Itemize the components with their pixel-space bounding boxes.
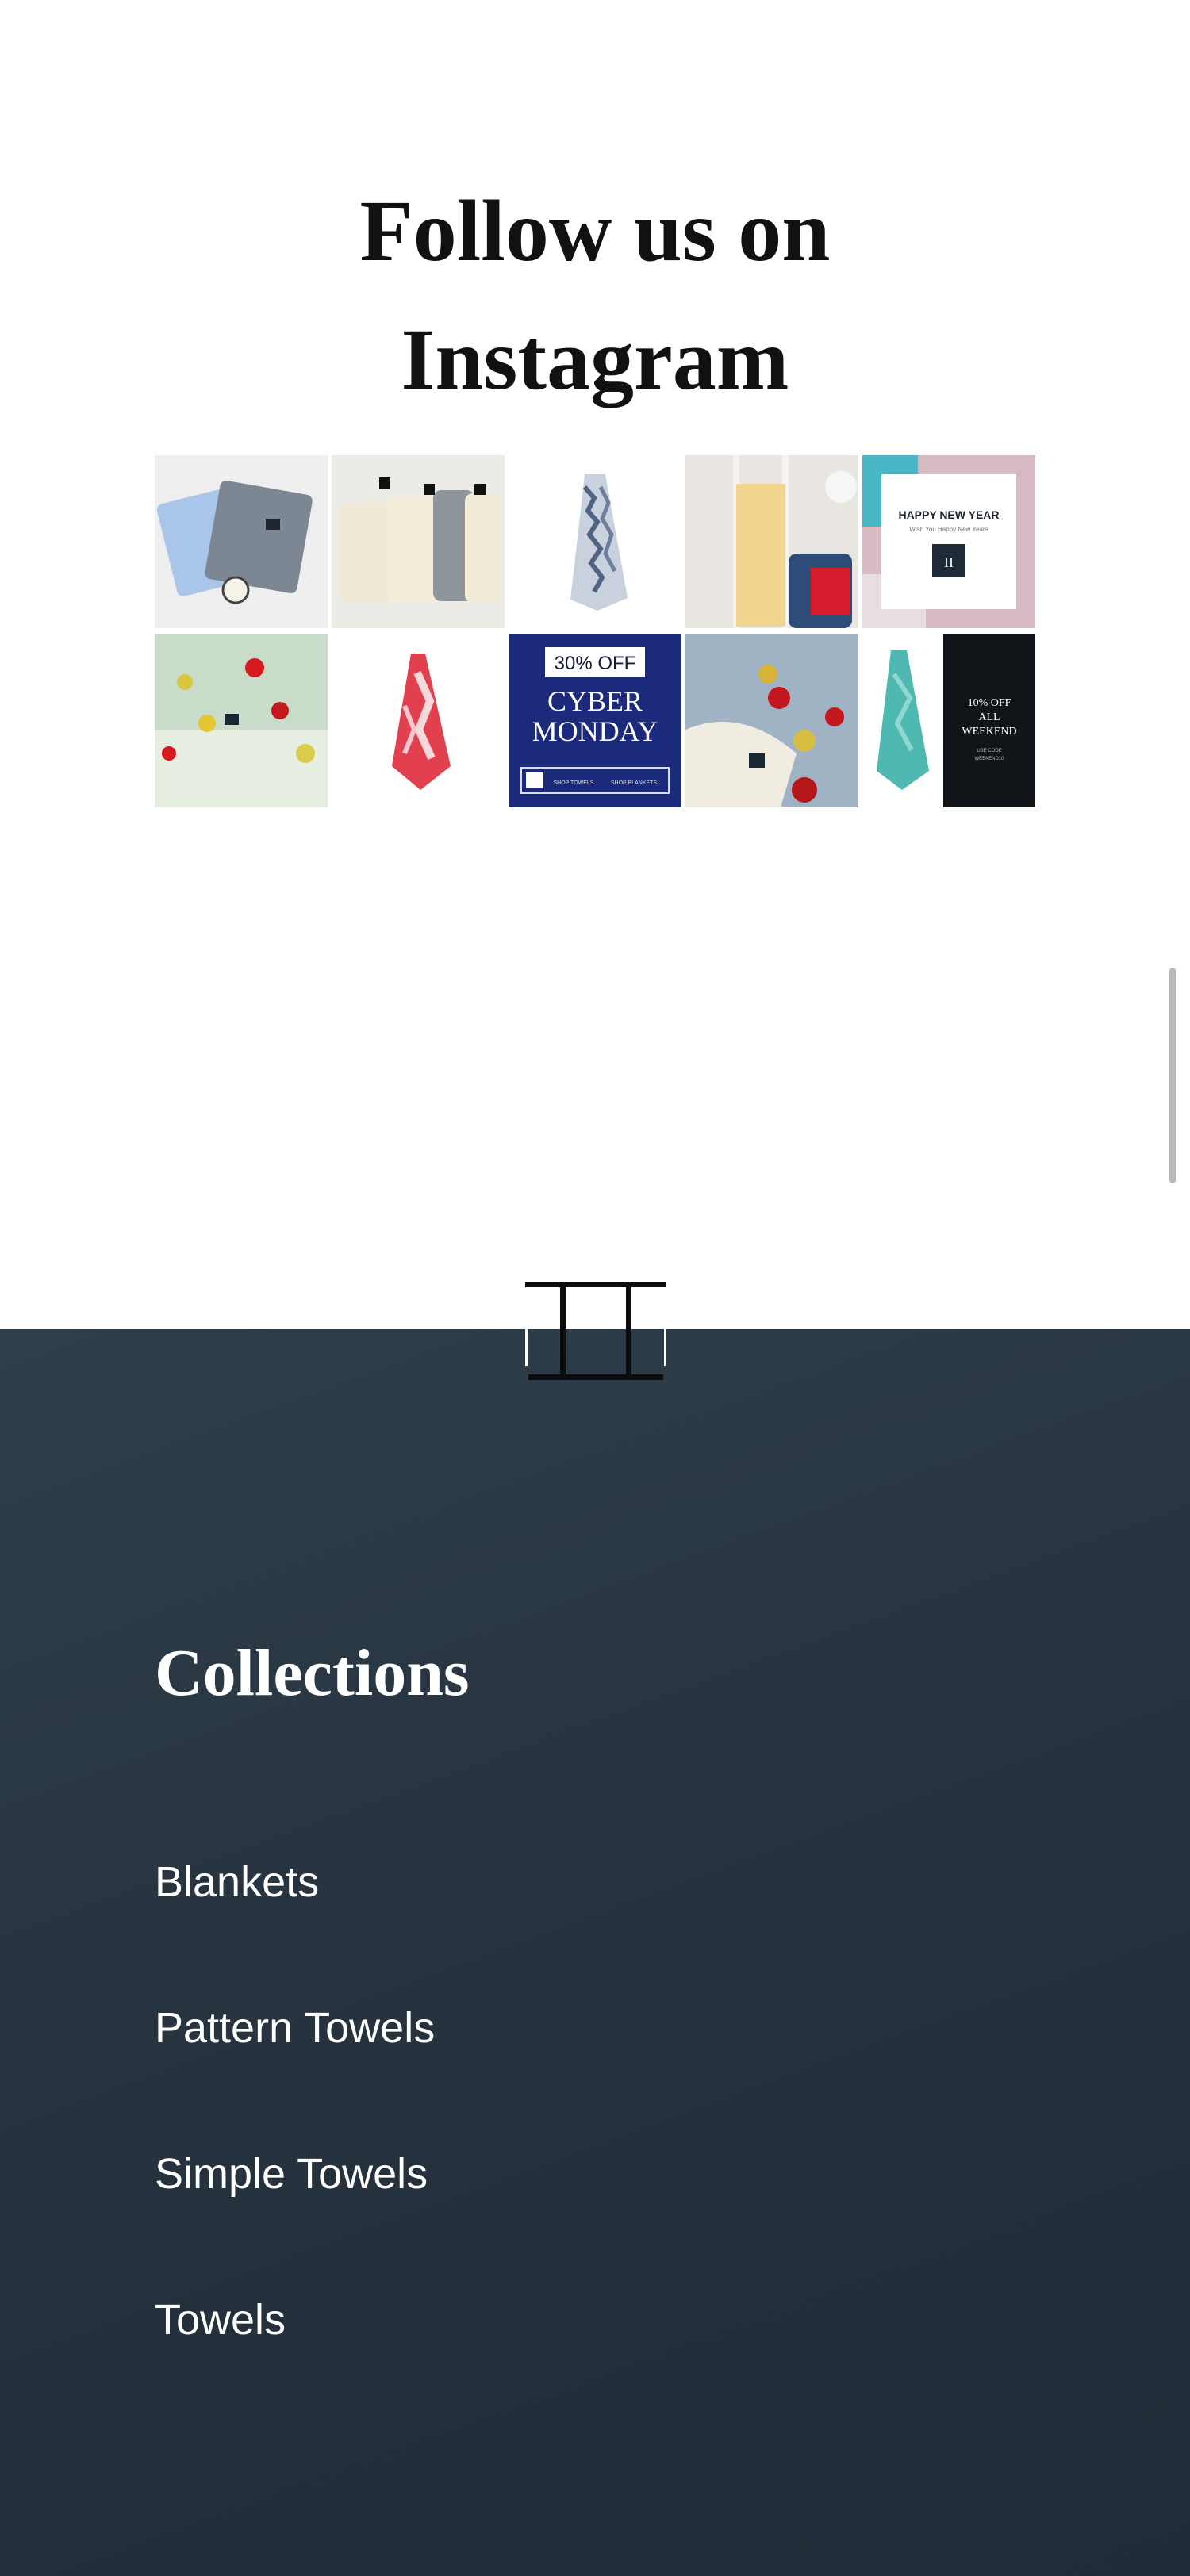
instagram-heading-line2: Instagram: [401, 311, 789, 408]
cyber-line1: CYBER: [547, 685, 643, 717]
cyber-monday-image: 30% OFF CYBER MONDAY SHOP TOWELS SHOP BL…: [509, 634, 681, 807]
instagram-post-6[interactable]: [155, 634, 328, 807]
cream-towels-image: [332, 455, 505, 628]
cyber-right-note: SHOP BLANKETS: [611, 780, 658, 786]
brand-logo-icon: [525, 1282, 666, 1380]
instagram-post-2[interactable]: [332, 455, 505, 628]
new-year-title: HAPPY NEW YEAR: [898, 508, 999, 521]
yellow-throw-image: [685, 455, 858, 628]
new-year-card-image: HAPPY NEW YEAR Wish You Happy New Years …: [862, 455, 1035, 628]
promo-line3: WEEKEND: [962, 726, 1016, 738]
instagram-post-3[interactable]: [509, 455, 681, 628]
red-towel-image: [332, 634, 505, 807]
grey-towel-image: [509, 455, 681, 628]
collections-item: Simple Towels: [155, 2146, 435, 2292]
turquoise-towel-image: 10% OFF ALL WEEKEND USE CODE WEEKEND10: [862, 634, 1035, 807]
promo-line1: 10% OFF: [968, 697, 1012, 709]
collections-item: Pattern Towels: [155, 2000, 435, 2146]
promo-small1: USE CODE: [977, 749, 1001, 753]
link-blankets[interactable]: Blankets: [155, 1854, 435, 1910]
cyber-badge: 30% OFF: [555, 653, 636, 674]
link-pattern-towels[interactable]: Pattern Towels: [155, 2000, 435, 2056]
green-blanket-image: [155, 634, 328, 807]
instagram-post-1[interactable]: [155, 455, 328, 628]
cyber-left-note: SHOP TOWELS: [554, 780, 594, 786]
cyber-line2: MONDAY: [532, 715, 658, 747]
blankets-image: [155, 455, 328, 628]
collections-links: Blankets Pattern Towels Simple Towels To…: [155, 1854, 435, 2438]
link-simple-towels[interactable]: Simple Towels: [155, 2146, 435, 2202]
instagram-post-5[interactable]: HAPPY NEW YEAR Wish You Happy New Years …: [862, 455, 1035, 628]
instagram-feed-grid: HAPPY NEW YEAR Wish You Happy New Years …: [155, 455, 1035, 807]
promo-small2: WEEKEND10: [974, 757, 1004, 761]
promo-line2: ALL: [978, 711, 1000, 723]
page-scrollbar[interactable]: [1169, 968, 1176, 1183]
instagram-heading: Follow us on Instagram: [0, 167, 1190, 424]
blue-blanket-image: [685, 634, 858, 807]
collections-heading: Collections: [155, 1636, 470, 1710]
instagram-post-4[interactable]: [685, 455, 858, 628]
collections-item: Towels: [155, 2292, 435, 2438]
instagram-heading-line1: Follow us on: [359, 182, 831, 279]
instagram-post-9[interactable]: [685, 634, 858, 807]
collections-item: Blankets: [155, 1854, 435, 2000]
instagram-post-7[interactable]: [332, 634, 505, 807]
link-towels[interactable]: Towels: [155, 2292, 435, 2348]
svg-text:II: II: [944, 554, 954, 570]
new-year-subtitle: Wish You Happy New Years: [909, 526, 988, 533]
instagram-post-8[interactable]: 30% OFF CYBER MONDAY SHOP TOWELS SHOP BL…: [509, 634, 681, 807]
instagram-post-10[interactable]: 10% OFF ALL WEEKEND USE CODE WEEKEND10: [862, 634, 1035, 807]
